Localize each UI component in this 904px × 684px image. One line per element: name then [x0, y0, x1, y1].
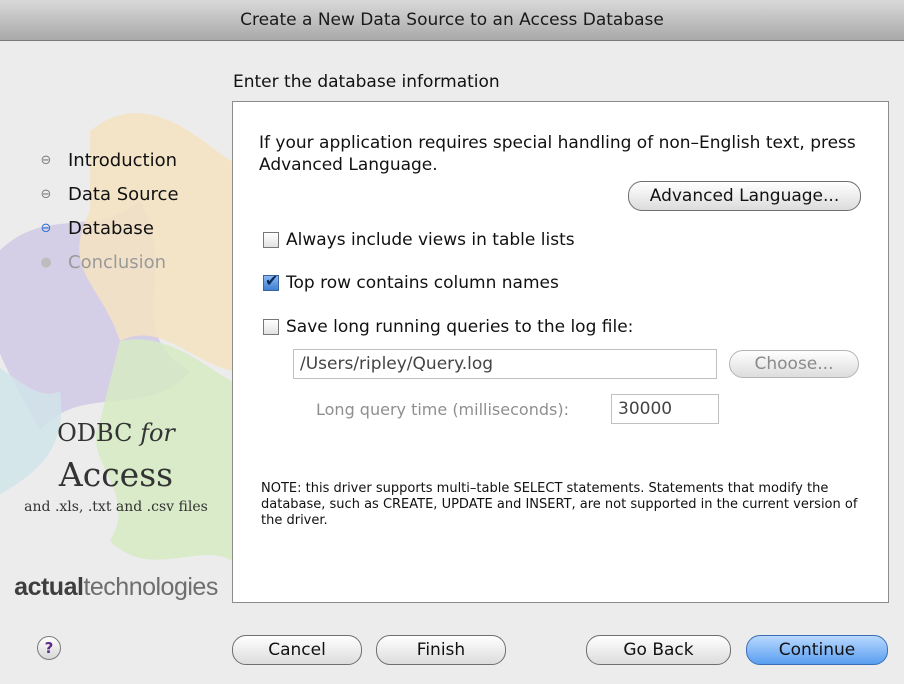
option-label: Save long running queries to the log fil…	[286, 317, 634, 337]
settings-panel: If your application requires special han…	[232, 101, 889, 603]
step-bullet-icon: ⊖	[40, 152, 52, 168]
option-top-row-names[interactable]: Top row contains column names	[263, 271, 559, 293]
option-label: Always include views in table lists	[286, 230, 575, 250]
checkbox-include-views[interactable]	[263, 232, 279, 248]
query-time-field[interactable]: 30000	[611, 394, 719, 424]
choose-button[interactable]: Choose...	[729, 350, 859, 378]
question-mark-icon: ?	[44, 639, 54, 657]
continue-button[interactable]: Continue	[746, 635, 888, 665]
option-save-log[interactable]: Save long running queries to the log fil…	[263, 317, 633, 337]
checkbox-top-row-names[interactable]	[263, 271, 279, 291]
puzzle-background-image	[0, 113, 232, 561]
step-label: Introduction	[68, 149, 178, 171]
step-introduction: ⊖ Introduction	[40, 143, 179, 177]
query-time-label: Long query time (milliseconds):	[316, 400, 569, 419]
step-bullet-active-icon: ⊖	[40, 220, 52, 236]
sidebar: ⊖ Introduction ⊖ Data Source ⊖ Database …	[0, 41, 232, 601]
step-conclusion: ● Conclusion	[40, 245, 179, 279]
info-text: If your application requires special han…	[259, 133, 856, 175]
help-button[interactable]: ?	[37, 636, 61, 660]
checkbox-save-log[interactable]	[263, 319, 279, 335]
driver-note: NOTE: this driver supports multi–table S…	[261, 481, 858, 528]
step-database: ⊖ Database	[40, 211, 179, 245]
brand-access: Access	[58, 455, 174, 494]
step-label: Data Source	[68, 183, 179, 205]
step-label: Conclusion	[68, 251, 167, 273]
window-title: Create a New Data Source to an Access Da…	[0, 0, 904, 41]
log-path-field[interactable]: /Users/ripley/Query.log	[293, 349, 717, 379]
step-bullet-icon: ⊖	[40, 186, 52, 202]
step-data-source: ⊖ Data Source	[40, 177, 179, 211]
page-heading: Enter the database information	[233, 72, 500, 92]
wizard-steps: ⊖ Introduction ⊖ Data Source ⊖ Database …	[40, 143, 179, 279]
brand-odbc: ODBC for	[57, 419, 175, 447]
advanced-language-button[interactable]: Advanced Language...	[628, 181, 861, 211]
finish-button[interactable]: Finish	[376, 635, 506, 665]
brand-subtitle: and .xls, .txt and .csv files	[24, 499, 208, 515]
cancel-button[interactable]: Cancel	[232, 635, 362, 665]
company-logo: actualtechnologies	[14, 573, 218, 601]
option-label: Top row contains column names	[286, 273, 559, 293]
step-label: Database	[68, 217, 154, 239]
option-include-views[interactable]: Always include views in table lists	[263, 230, 575, 250]
step-bullet-disabled-icon: ●	[40, 254, 52, 270]
go-back-button[interactable]: Go Back	[586, 635, 731, 665]
